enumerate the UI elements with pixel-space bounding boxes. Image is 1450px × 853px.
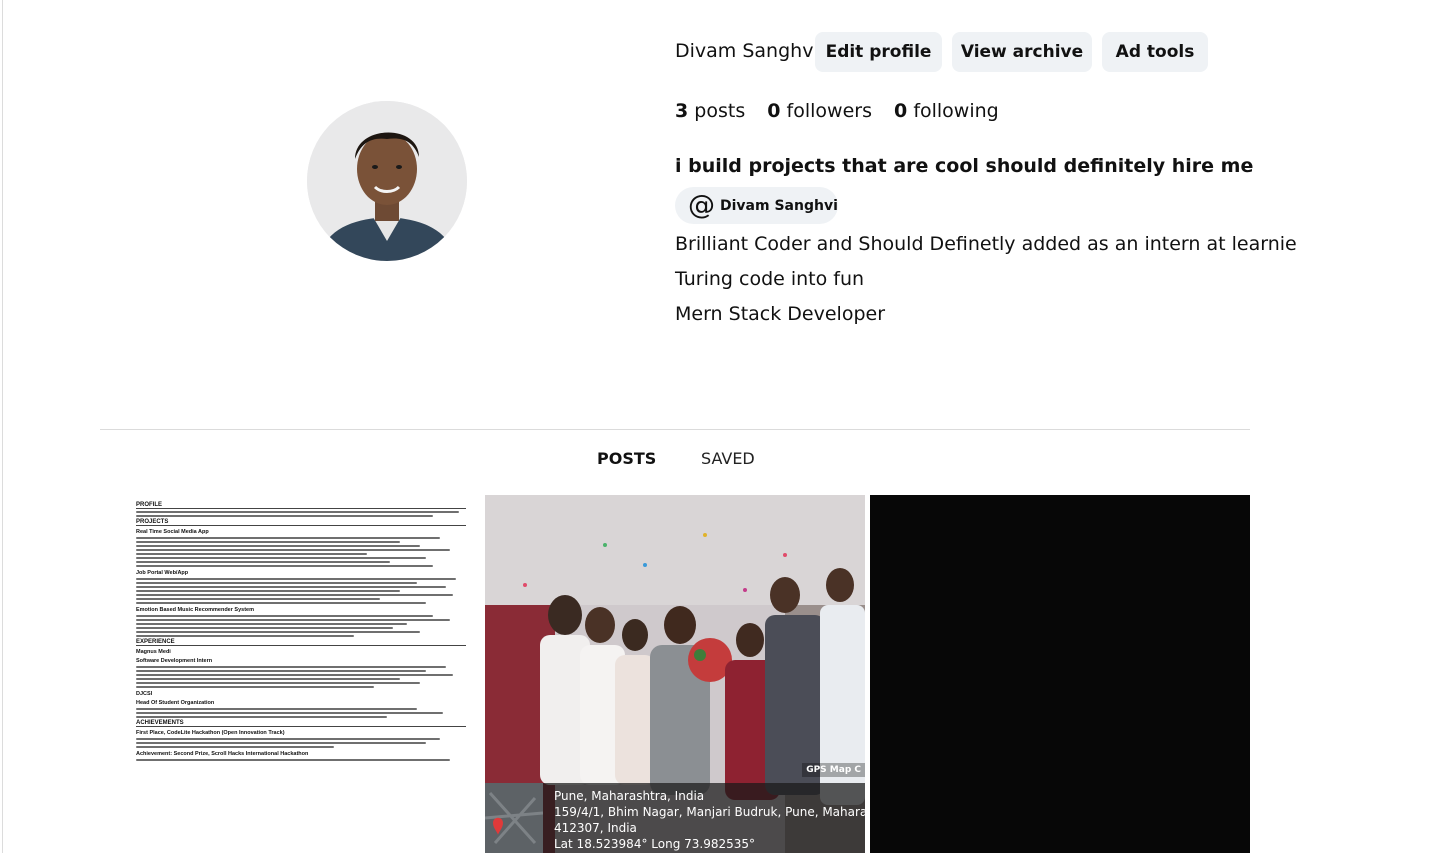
resume-document: PROFILE PROJECTS Real Time Social Media …	[136, 500, 466, 763]
threads-label: Divam Sanghvi	[720, 197, 838, 214]
threads-badge[interactable]: @ Divam Sanghvi	[675, 187, 838, 224]
gps-address-line-1: 159/4/1, Bhim Nagar, Manjari Budruk, Pun…	[554, 805, 865, 819]
following-stat[interactable]: 0 following	[894, 100, 999, 122]
avatar-photo	[307, 101, 467, 261]
profile-stats: 3 posts 0 followers 0 following	[675, 100, 1015, 122]
gps-address-line-2: 412307, India	[554, 821, 637, 835]
ad-tools-button[interactable]: Ad tools	[1102, 32, 1208, 72]
resume-experience-heading: Magnus Medi	[136, 649, 171, 655]
gps-map-thumbnail	[485, 783, 544, 853]
followers-stat[interactable]: 0 followers	[767, 100, 878, 122]
resume-experience-heading: Software Development Intern	[136, 658, 213, 664]
resume-experience-heading: Head Of Student Organization	[136, 700, 215, 706]
resume-project-heading: Job Portal Web/App	[136, 570, 189, 576]
tab-posts[interactable]: POSTS	[597, 449, 656, 468]
view-archive-button[interactable]: View archive	[952, 32, 1092, 72]
bio-title: i build projects that are cool should de…	[675, 155, 1254, 177]
at-sign-icon: @	[688, 190, 715, 221]
left-border	[2, 0, 3, 853]
bio-line-3: Mern Stack Developer	[675, 303, 886, 325]
followers-count: 0	[767, 100, 781, 122]
posts-label: posts	[694, 100, 746, 122]
followers-label: followers	[786, 100, 872, 122]
posts-count: 3	[675, 100, 689, 122]
edit-profile-button[interactable]: Edit profile	[815, 32, 942, 72]
gps-map-badge: GPS Map C	[802, 763, 865, 777]
map-pin-icon	[485, 783, 544, 853]
resume-experience-heading: DJCSI	[136, 691, 153, 697]
gps-text-block: Pune, Maharashtra, India 159/4/1, Bhim N…	[554, 788, 865, 852]
resume-achievement-heading: Achievement: Second Prize, Scroll Hacks …	[136, 751, 309, 757]
profile-avatar[interactable]	[307, 101, 467, 261]
resume-achievement-heading: First Place, CodeLite Hackathon (Open In…	[136, 730, 285, 736]
resume-section-heading: PROJECTS	[136, 519, 466, 526]
bio-line-1: Brilliant Coder and Should Definetly add…	[675, 233, 1297, 255]
gps-overlay: GPS Map C Pune, Maharashtra, India 159/4…	[485, 763, 865, 853]
resume-project-heading: Real Time Social Media App	[136, 529, 209, 535]
post-thumbnail-event-photo[interactable]: GPS Map C Pune, Maharashtra, India 159/4…	[485, 495, 865, 853]
bio-line-2: Turing code into fun	[675, 268, 865, 290]
resume-project-heading: Emotion Based Music Recommender System	[136, 607, 254, 613]
post-thumbnail-dark-image[interactable]	[870, 495, 1250, 853]
post-thumbnail-resume[interactable]: PROFILE PROJECTS Real Time Social Media …	[100, 495, 480, 853]
gps-city: Pune, Maharashtra, India	[554, 789, 705, 803]
resume-section-heading: EXPERIENCE	[136, 639, 466, 646]
profile-divider	[100, 429, 1250, 430]
following-count: 0	[894, 100, 908, 122]
following-label: following	[913, 100, 999, 122]
resume-section-heading: PROFILE	[136, 502, 466, 509]
resume-section-heading: ACHIEVEMENTS	[136, 720, 466, 727]
tab-saved[interactable]: SAVED	[701, 449, 755, 468]
profile-username: Divam Sanghvi	[675, 40, 819, 62]
posts-stat: 3 posts	[675, 100, 751, 122]
gps-coordinates: Lat 18.523984° Long 73.982535°	[554, 837, 756, 851]
